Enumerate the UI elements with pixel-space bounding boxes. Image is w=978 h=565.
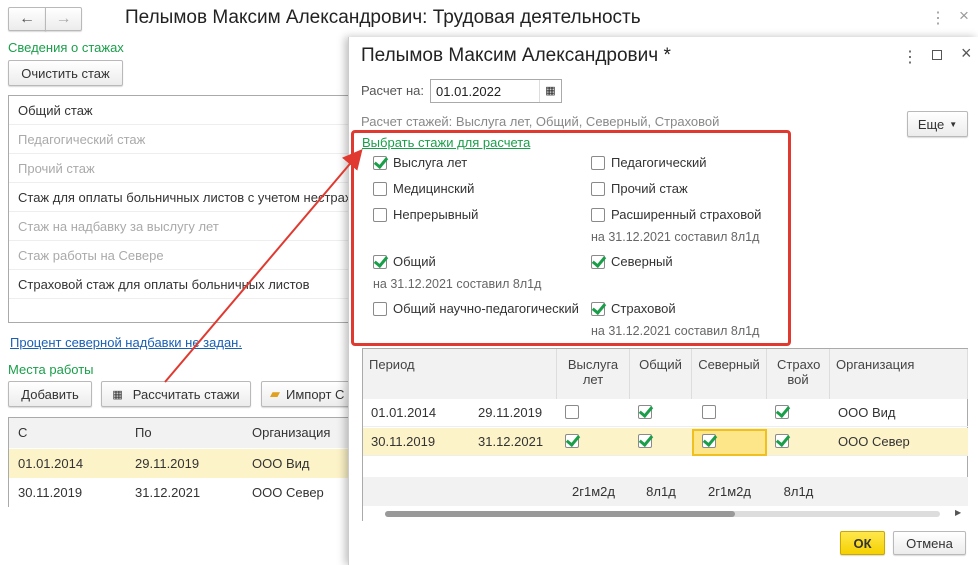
annotation-arrow (164, 148, 363, 383)
